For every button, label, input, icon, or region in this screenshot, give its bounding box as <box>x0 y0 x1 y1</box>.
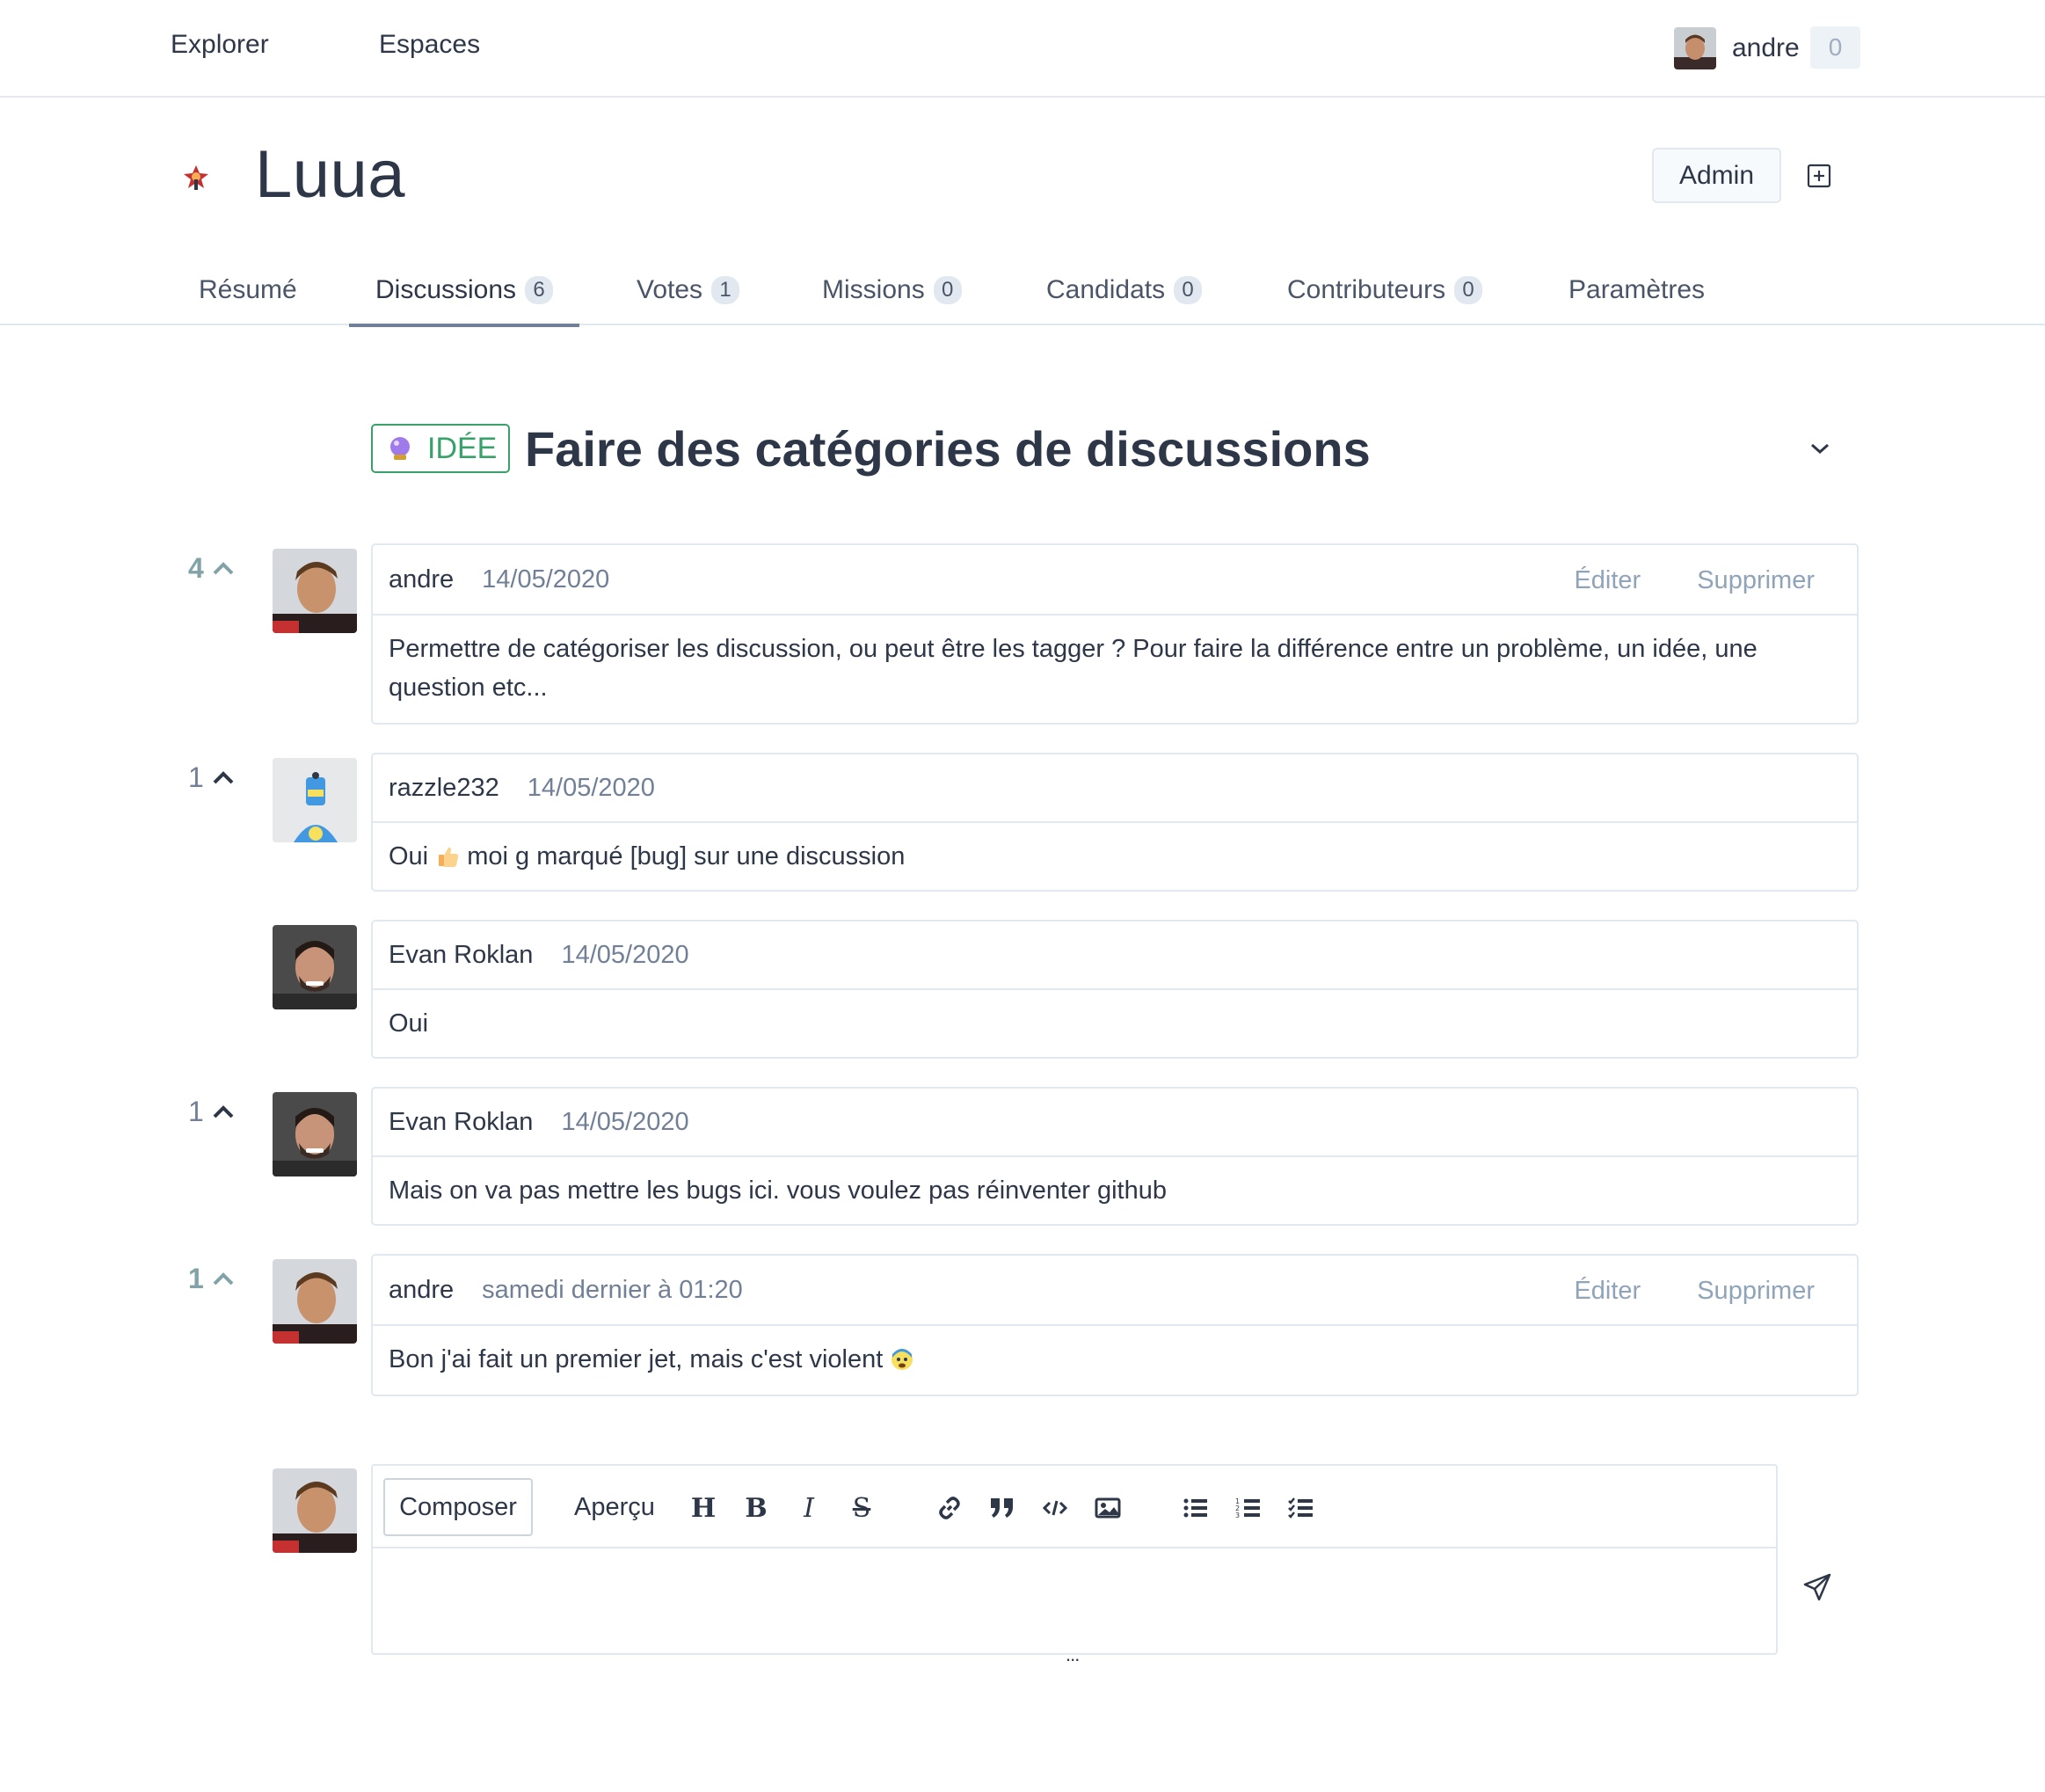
comment-author[interactable]: Evan Roklan <box>389 941 533 970</box>
vote-control[interactable]: 1 <box>188 760 236 795</box>
idea-tag-label: IDÉE <box>427 431 498 465</box>
composer-textarea[interactable] <box>373 1548 1776 1653</box>
checklist-icon[interactable] <box>1285 1492 1317 1524</box>
comment-composer: Composer Aperçu H B I S 123 <box>371 1464 1778 1655</box>
comment-author[interactable]: Evan Roklan <box>389 1108 533 1137</box>
link-icon[interactable] <box>934 1492 965 1524</box>
comment-date: 14/05/2020 <box>561 940 689 969</box>
comment-author[interactable]: andre <box>389 565 454 594</box>
composer-avatar <box>273 1468 357 1553</box>
comment-text: Permettre de catégoriser les discussion,… <box>389 635 1758 702</box>
admin-button[interactable]: Admin <box>1652 148 1781 203</box>
notification-count[interactable]: 0 <box>1810 26 1860 69</box>
comment-header: razzle232 14/05/2020 <box>373 754 1857 823</box>
vote-count: 1 <box>188 761 204 793</box>
tab-votes[interactable]: Votes 1 <box>637 255 740 325</box>
comment-card: razzle232 14/05/2020 Oui moi g marqué [b… <box>371 753 1859 892</box>
idea-tag: IDÉE <box>371 424 510 473</box>
bold-icon[interactable]: B <box>740 1492 772 1524</box>
comment-header: andre samedi dernier à 01:20 Éditer Supp… <box>373 1256 1857 1326</box>
user-menu[interactable]: andre <box>1674 26 1800 70</box>
comment-text: Bon j'ai fait un premier jet, mais c'est… <box>373 1326 1857 1393</box>
vote-control[interactable]: 1 <box>188 1261 236 1296</box>
thumbs-up-emoji-icon <box>439 847 459 867</box>
anxious-face-emoji-icon <box>892 1349 913 1370</box>
comment-text: Oui <box>389 1009 429 1038</box>
comment-date: 14/05/2020 <box>482 565 610 594</box>
svg-text:3: 3 <box>1235 1512 1240 1519</box>
upvote-chevron-icon[interactable] <box>211 1270 236 1287</box>
composer-toolbar: Composer Aperçu H B I S 123 <box>373 1466 1776 1548</box>
comment-author[interactable]: andre <box>389 1276 454 1305</box>
italic-icon[interactable]: I <box>793 1492 825 1524</box>
tab-contributeurs[interactable]: Contributeurs 0 <box>1287 255 1483 325</box>
tab-count-badge: 0 <box>1174 276 1203 304</box>
comment-author[interactable]: razzle232 <box>389 774 499 803</box>
vote-count: 1 <box>188 1095 204 1127</box>
tab-parametres[interactable]: Paramètres <box>1568 255 1705 325</box>
avatar <box>273 1092 357 1176</box>
code-icon[interactable] <box>1039 1492 1071 1524</box>
vote-control[interactable]: 4 <box>188 550 236 586</box>
comment-header: Evan Roklan 14/05/2020 <box>373 921 1857 990</box>
tab-count-badge: 0 <box>933 276 962 304</box>
avatar <box>273 549 357 633</box>
vote-control[interactable]: 1 <box>188 1094 236 1129</box>
upvote-chevron-icon[interactable] <box>211 559 236 577</box>
preview-tab[interactable]: Aperçu <box>549 1478 680 1536</box>
comment-header: Evan Roklan 14/05/2020 <box>373 1089 1857 1157</box>
image-icon[interactable] <box>1092 1492 1124 1524</box>
avatar <box>273 1259 357 1344</box>
crystal-ball-icon <box>390 437 410 460</box>
delete-link[interactable]: Supprimer <box>1697 1277 1815 1306</box>
chevron-down-icon[interactable] <box>1808 438 1832 459</box>
comment-date: 14/05/2020 <box>527 773 655 802</box>
delete-link[interactable]: Supprimer <box>1697 566 1815 595</box>
add-square-icon[interactable] <box>1807 164 1831 188</box>
vote-count: 4 <box>188 551 204 584</box>
nav-explorer-link[interactable]: Explorer <box>171 30 269 60</box>
space-tabs: Résumé Discussions 6 Votes 1 Missions 0 Can… <box>0 255 2045 327</box>
compose-tab[interactable]: Composer <box>383 1478 533 1536</box>
tab-resume[interactable]: Résumé <box>199 255 297 325</box>
avatar <box>273 925 357 1009</box>
edit-link[interactable]: Éditer <box>1574 1277 1641 1306</box>
tab-candidats[interactable]: Candidats 0 <box>1046 255 1203 325</box>
comment-date: 14/05/2020 <box>561 1107 689 1136</box>
tab-count-badge: 6 <box>525 276 554 304</box>
numbered-list-icon[interactable]: 123 <box>1233 1492 1264 1524</box>
comment-text: Mais on va pas mettre les bugs ici. vous… <box>389 1176 1167 1205</box>
comment-card: Evan Roklan 14/05/2020 Mais on va pas me… <box>371 1087 1859 1226</box>
resize-handle[interactable]: ... <box>1066 1643 1080 1666</box>
user-name: andre <box>1732 33 1800 62</box>
quote-icon[interactable] <box>986 1492 1018 1524</box>
discussion-title: Faire des catégories de discussions <box>525 421 1371 477</box>
heading-icon[interactable]: H <box>688 1492 719 1524</box>
tab-count-badge: 0 <box>1454 276 1483 304</box>
comment-header: andre 14/05/2020 Éditer Supprimer <box>373 545 1857 616</box>
comment-date: samedi dernier à 01:20 <box>482 1275 743 1304</box>
upvote-chevron-icon[interactable] <box>211 1103 236 1120</box>
space-logo <box>181 162 211 192</box>
bullet-list-icon[interactable] <box>1180 1492 1212 1524</box>
comment-card: andre 14/05/2020 Éditer Supprimer Permet… <box>371 543 1859 725</box>
nav-espaces-link[interactable]: Espaces <box>379 30 480 60</box>
strikethrough-icon[interactable]: S <box>846 1492 877 1524</box>
space-title: Luua <box>255 137 406 212</box>
tab-missions[interactable]: Missions 0 <box>822 255 962 325</box>
edit-link[interactable]: Éditer <box>1574 566 1641 595</box>
tab-count-badge: 1 <box>711 276 740 304</box>
top-navbar: Explorer Espaces andre 0 <box>0 0 2045 98</box>
comment-card: Evan Roklan 14/05/2020 Oui <box>371 920 1859 1059</box>
send-icon[interactable] <box>1802 1572 1832 1602</box>
upvote-chevron-icon[interactable] <box>211 769 236 786</box>
comment-text: Oui moi g marqué [bug] sur une discussio… <box>389 842 906 871</box>
tab-discussions[interactable]: Discussions 6 <box>348 255 580 327</box>
user-avatar <box>1674 27 1716 69</box>
comment-card: andre samedi dernier à 01:20 Éditer Supp… <box>371 1254 1859 1396</box>
vote-count: 1 <box>188 1262 204 1294</box>
avatar <box>273 758 357 842</box>
